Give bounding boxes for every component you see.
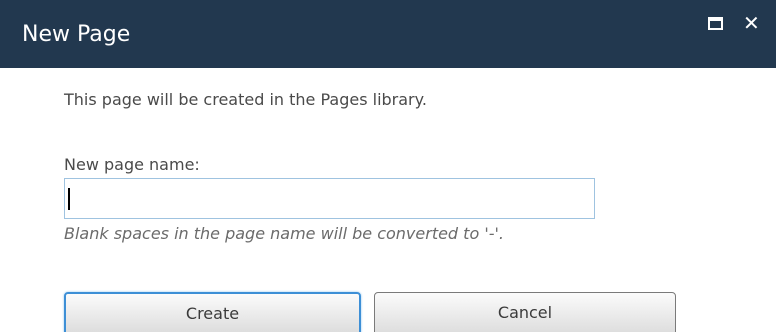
text-caret: [68, 188, 70, 210]
hint-text: Blank spaces in the page name will be co…: [64, 224, 504, 243]
intro-text: This page will be created in the Pages l…: [64, 90, 427, 109]
dialog-title: New Page: [22, 22, 131, 47]
cancel-button[interactable]: Cancel: [374, 292, 676, 332]
dialog-titlebar: New Page ✕: [0, 0, 776, 68]
maximize-button[interactable]: [706, 14, 726, 34]
close-icon: ✕: [743, 11, 760, 35]
create-button[interactable]: Create: [64, 292, 361, 332]
maximize-icon: [708, 17, 723, 30]
page-name-input[interactable]: [64, 178, 595, 219]
page-name-label: New page name:: [64, 155, 200, 174]
close-button[interactable]: ✕: [743, 11, 776, 35]
